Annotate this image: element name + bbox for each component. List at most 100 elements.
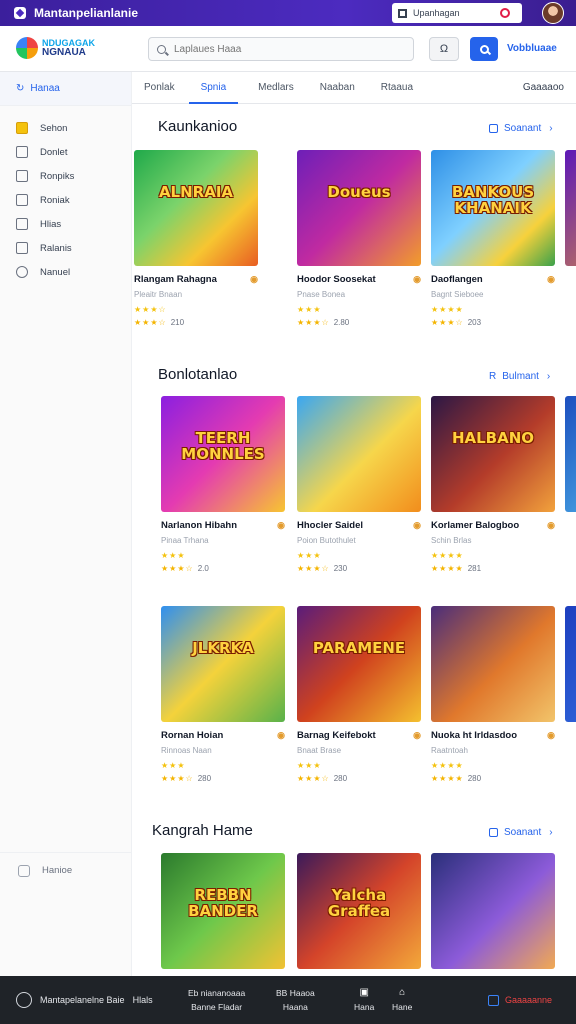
game-card[interactable]: Doueus Hoodor Soosekat ◉ Pnase Bonea ★★★ ★★★☆… [297,150,421,327]
game-subtitle: Pnase Bonea [297,290,346,299]
search-icon [157,44,166,54]
section-link[interactable]: Soanant › [489,123,553,134]
location-pin-icon[interactable]: ◉ [547,274,555,285]
sidebar-item-label: Nanuel [40,266,71,278]
grid-icon [489,124,498,133]
rating-value: 280 [197,774,212,783]
game-thumbnail[interactable] [297,396,421,512]
game-thumbnail[interactable]: Yalcha Graffea [297,853,421,969]
record-icon[interactable] [500,8,510,18]
location-pin-icon[interactable]: ◉ [547,520,555,531]
taskbar-start[interactable]: Mantapelanelne Baie Hlals [16,976,153,1024]
game-card[interactable]: BANKOUS KHANAIK Daoflangen ◉ Bagnt Sieboee ★… [431,150,555,327]
section-link[interactable]: R Bulmant › [489,371,550,382]
game-card[interactable]: Yalcha Graffea [297,853,421,969]
location-pin-icon[interactable]: ◉ [277,730,285,741]
game-thumbnail[interactable]: Doueus [297,150,421,266]
document-icon [18,864,30,877]
filter-button[interactable]: Ω [429,37,459,61]
location-pin-icon[interactable]: ◉ [250,274,258,285]
game-card-partial[interactable] [565,150,576,266]
star-icons: ★★★★ [431,551,464,560]
location-pin-icon[interactable]: ◉ [547,730,555,741]
game-card[interactable]: Hhocler Saidel ◉ Poion Butothulet ★★★ ★★★☆ 23… [297,396,421,573]
tab-bar: Ponlak Spnia Medlars Naaban Rtaaua Gaaaa… [132,72,576,104]
star-icons: ★★★★ [431,761,464,770]
taskbar-item-2[interactable]: BB Haaoa Haana [276,986,315,1014]
tab-right-action[interactable]: Gaaaaoo [523,72,564,104]
tab-1[interactable]: Spnia [188,72,239,104]
account-chip[interactable]: Upanhagan [392,3,522,23]
location-pin-icon[interactable]: ◉ [277,520,285,531]
location-pin-icon[interactable]: ◉ [413,520,421,531]
rating-stars: ★★★☆ [161,774,194,783]
taskbar-item-1[interactable]: Eb niananoaaa Banne Fladar [188,986,245,1014]
game-art-title: TEERH MONNLES [181,429,265,463]
sidebar-item-1[interactable]: Donlet [0,140,131,164]
game-thumbnail[interactable] [565,606,576,722]
section-link[interactable]: Soanant › [489,827,553,838]
game-thumbnail[interactable]: BANKOUS KHANAIK [431,150,555,266]
tab-4[interactable]: Rtaaua [381,72,413,104]
game-rating: ★★★★ 281 [431,564,555,573]
sidebar-item-2[interactable]: Ronpiks [0,164,131,188]
rating-stars: ★★★☆ [134,318,167,327]
game-card-partial[interactable] [565,396,576,512]
search-input[interactable] [174,43,374,55]
avatar[interactable] [542,2,564,24]
rating-value: 203 [467,318,482,327]
game-thumbnail[interactable] [431,606,555,722]
sidebar-item-4[interactable]: Hlias [0,212,131,236]
game-card-partial[interactable] [565,606,576,722]
location-pin-icon[interactable]: ◉ [413,730,421,741]
tab-0[interactable]: Ponlak [144,72,175,104]
game-card[interactable] [431,853,555,969]
game-card[interactable]: HALBANO Korlamer Balogboo ◉ Schin Brlas ★★★★… [431,396,555,573]
sidebar-item-5[interactable]: Ralanis [0,236,131,260]
game-thumbnail[interactable]: PARAMENE [297,606,421,722]
rating-stars: ★★★☆ [297,318,330,327]
header-link[interactable]: Vobbluaae [507,43,557,54]
sidebar-item-6[interactable]: Nanuel [0,260,131,284]
star-icons: ★★★☆ [134,305,167,314]
game-thumbnail[interactable]: ALNRAIA [134,150,258,266]
game-card[interactable]: Nuoka ht Irldasdoo ◉ Raatntoah ★★★★ ★★★★ 280 [431,606,555,783]
taskbar-item-4[interactable]: ⌂ Hane [392,986,412,1014]
game-thumbnail[interactable]: HALBANO [431,396,555,512]
tab-3[interactable]: Naaban [320,72,355,104]
game-thumbnail[interactable]: REBBN BANDER [161,853,285,969]
taskbar-item-3[interactable]: ▣ Hana [354,986,374,1014]
game-art-image [297,396,421,512]
game-card[interactable]: JLKRKA Rornan Hoian ◉ Rinnoas Naan ★★★ ★★★☆ 28… [161,606,285,783]
game-art-title: REBBN BANDER [188,886,258,920]
app-header: NDUGAGAK NGNAUA Ω Vobbluaae [0,26,576,72]
brand-logo[interactable]: NDUGAGAK NGNAUA [16,37,95,59]
game-thumbnail[interactable] [431,853,555,969]
taskbar-right[interactable]: Gaaaaanne [488,976,552,1024]
game-card[interactable]: REBBN BANDER [161,853,285,969]
apps-icon [16,992,32,1008]
game-thumbnail[interactable] [565,150,576,266]
game-card[interactable]: ALNRAIA Rlangam Rahagna ◉ Pleaitr Bnaan ★★★☆… [134,150,258,327]
sidebar-item-label: Hlias [40,218,62,230]
sidebar-bottom-item[interactable]: Hanioe [0,852,132,888]
search-button[interactable] [470,37,498,61]
game-thumbnail[interactable] [565,396,576,512]
game-thumbnail[interactable]: TEERH MONNLES [161,396,285,512]
square-icon [488,994,499,1006]
rating-value: 230 [333,564,348,573]
sidebar-item-3[interactable]: Roniak [0,188,131,212]
tab-2[interactable]: Medlars [258,72,294,104]
location-pin-icon[interactable]: ◉ [413,274,421,285]
sidebar-item-label: Sehon [40,122,68,134]
game-thumbnail[interactable]: JLKRKA [161,606,285,722]
sidebar-item-label: Ronpiks [40,170,75,182]
sidebar-home[interactable]: ↻ Hanaa [0,72,131,106]
game-card[interactable]: PARAMENE Barnag Keifebokt ◉ Bnaat Brase ★★★ ★… [297,606,421,783]
game-card[interactable]: TEERH MONNLES Narlanon Hibahn ◉ Pinaa Trhan… [161,396,285,573]
rating-value: 280 [467,774,482,783]
search-box[interactable] [148,37,414,61]
game-art-image [565,150,576,266]
sidebar-item-0[interactable]: Sehon [0,116,131,140]
game-art-image [134,150,258,266]
